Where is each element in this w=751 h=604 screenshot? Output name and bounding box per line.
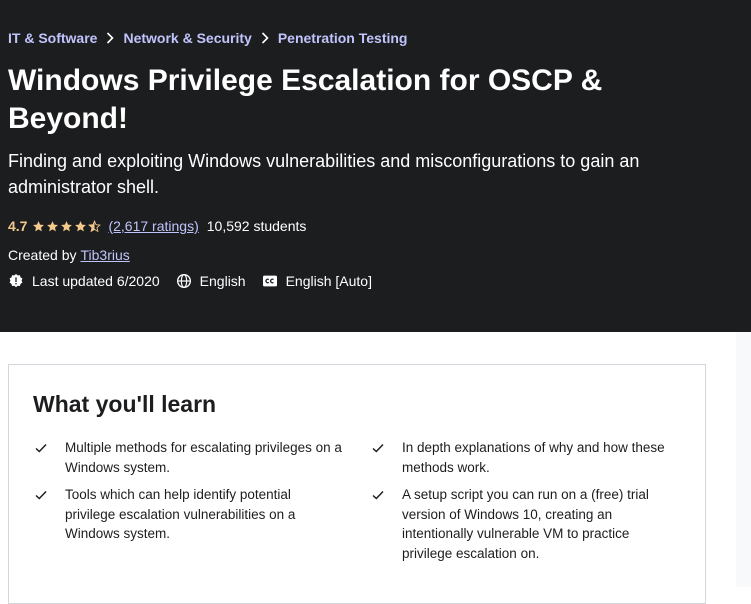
learn-heading: What you'll learn	[33, 391, 217, 417]
rating-value: 4.7	[8, 218, 28, 234]
breadcrumb-network-security[interactable]: Network & Security	[123, 30, 251, 46]
ratings-count-link[interactable]: (2,617 ratings)	[108, 218, 198, 234]
globe-icon	[176, 274, 191, 288]
learn-item-text: Tools which can help identify potential …	[65, 487, 296, 541]
check-icon	[33, 487, 49, 503]
course-subtitle: Finding and exploiting Windows vulnerabi…	[8, 151, 640, 197]
breadcrumb-it-software[interactable]: IT & Software	[8, 30, 97, 46]
course-header: IT & Software Network & Security Penetra…	[0, 0, 751, 332]
check-icon	[370, 440, 386, 456]
learn-item: Tools which can help identify potential …	[33, 485, 323, 544]
language-text: English	[199, 273, 246, 289]
right-gutter	[736, 332, 751, 587]
star-icon	[33, 220, 45, 231]
learn-item: Multiple methods for escalating privileg…	[33, 438, 353, 477]
rating-row: 4.7 (2,617 ratings) 10,592 students	[8, 218, 306, 234]
star-icon	[47, 220, 59, 231]
course-title: Windows Privilege Escalation for OSCP & …	[8, 64, 603, 135]
check-icon	[370, 487, 386, 503]
star-icon	[75, 220, 87, 231]
closed-captions-icon	[262, 275, 277, 287]
learn-item-text: Multiple methods for escalating privileg…	[65, 440, 342, 475]
what-you-will-learn-box: What you'll learn Multiple methods for e…	[8, 364, 706, 604]
learn-item: In depth explanations of why and how the…	[370, 438, 690, 477]
created-by-label: Created by	[8, 247, 77, 263]
captions-text: English [Auto]	[285, 273, 372, 289]
instructor-link[interactable]: Tib3rius	[80, 247, 129, 263]
star-icon	[61, 220, 73, 231]
chevron-right-icon	[256, 32, 274, 44]
students-count: 10,592 students	[206, 218, 307, 234]
alert-badge-icon	[9, 274, 23, 288]
check-icon	[33, 440, 49, 456]
last-updated-text: Last updated 6/2020	[32, 273, 160, 289]
chevron-right-icon	[101, 32, 119, 44]
star-rating	[32, 219, 102, 233]
course-meta-row: Last updated 6/2020 English English [Aut…	[8, 273, 388, 289]
learn-item-text: A setup script you can run on a (free) t…	[402, 487, 649, 561]
course-captions: English [Auto]	[262, 273, 372, 289]
learn-item-text: In depth explanations of why and how the…	[402, 440, 665, 475]
breadcrumb-penetration-testing[interactable]: Penetration Testing	[278, 30, 408, 46]
created-by-row: Created by Tib3rius	[8, 247, 130, 263]
course-language: English	[176, 273, 246, 289]
star-half-icon	[88, 219, 102, 232]
breadcrumb: IT & Software Network & Security Penetra…	[8, 30, 408, 46]
learn-item: A setup script you can run on a (free) t…	[370, 485, 670, 563]
last-updated: Last updated 6/2020	[8, 273, 160, 289]
